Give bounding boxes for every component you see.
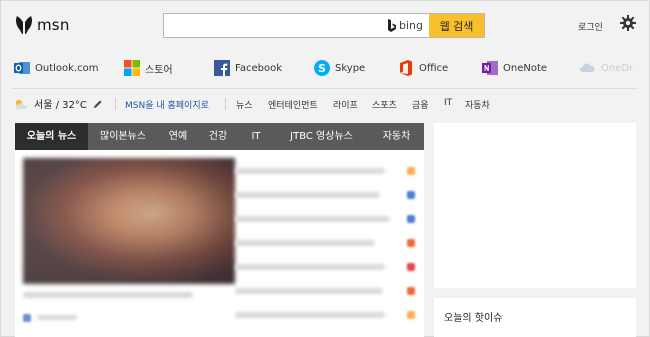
app-onenote[interactable]: OneNote bbox=[482, 60, 547, 76]
weather-widget[interactable]: 서울 / 32°C bbox=[14, 96, 103, 111]
nav-category-finance[interactable]: 금융 bbox=[412, 98, 429, 111]
onedrive-icon bbox=[580, 63, 595, 72]
headline-blurred[interactable] bbox=[235, 168, 385, 174]
headline-blurred[interactable] bbox=[235, 264, 385, 270]
source-icon bbox=[407, 191, 415, 199]
app-office[interactable]: Office bbox=[398, 60, 448, 76]
sub-navigation: 서울 / 32°C MSN을 내 홈페이지로 뉴스 엔터테인먼트 라이프 스포츠… bbox=[0, 94, 650, 114]
search-box: bing 웹 검색 bbox=[163, 13, 485, 38]
headline-blurred[interactable] bbox=[235, 312, 385, 318]
featured-news-image[interactable] bbox=[23, 158, 235, 284]
separator bbox=[115, 98, 116, 110]
app-store[interactable]: 스토어 bbox=[124, 60, 173, 76]
news-content bbox=[15, 150, 424, 337]
top-header: msn bing 웹 검색 로그인 bbox=[0, 0, 650, 50]
nav-category-sports[interactable]: 스포츠 bbox=[372, 98, 397, 111]
nav-category-it[interactable]: IT bbox=[444, 98, 452, 108]
app-label: OneDr bbox=[601, 62, 634, 74]
source-icon bbox=[407, 215, 415, 223]
tab-jtbc-video-news[interactable]: JTBC 영상뉴스 bbox=[274, 123, 369, 150]
hot-issue-panel: 오늘의 핫이슈 bbox=[434, 298, 636, 337]
app-label: Skype bbox=[335, 62, 366, 74]
ad-panel bbox=[434, 123, 636, 288]
tab-most-viewed[interactable]: 많이본뉴스 bbox=[88, 123, 158, 150]
web-search-button[interactable]: 웹 검색 bbox=[429, 14, 484, 37]
featured-headline-blurred[interactable] bbox=[23, 292, 193, 298]
skype-icon: S bbox=[314, 60, 330, 76]
app-label: Facebook bbox=[235, 62, 282, 74]
separator bbox=[225, 98, 226, 110]
logo-text: msn bbox=[37, 16, 70, 34]
app-facebook[interactable]: Facebook bbox=[214, 60, 282, 76]
tab-todays-news[interactable]: 오늘의 뉴스 bbox=[15, 123, 88, 150]
header-divider bbox=[12, 88, 638, 89]
weather-text: 서울 / 32°C bbox=[34, 100, 87, 111]
facebook-icon bbox=[214, 60, 230, 76]
news-tab-bar: 오늘의 뉴스 많이본뉴스 연예 건강 IT JTBC 영상뉴스 자동차 bbox=[15, 123, 424, 150]
login-link[interactable]: 로그인 bbox=[578, 20, 603, 33]
settings-gear-icon[interactable] bbox=[620, 15, 636, 34]
tab-autos[interactable]: 자동차 bbox=[369, 123, 424, 150]
headline-blurred[interactable] bbox=[235, 216, 390, 222]
headline-blurred[interactable] bbox=[235, 192, 380, 198]
apps-bar: Outlook.com 스토어 Facebook S Skype Office bbox=[0, 56, 650, 82]
svg-text:S: S bbox=[318, 62, 326, 75]
store-icon bbox=[124, 60, 140, 76]
app-label: OneNote bbox=[503, 62, 548, 74]
tab-entertainment[interactable]: 연예 bbox=[158, 123, 198, 150]
search-input[interactable] bbox=[164, 14, 387, 37]
nav-category-autos[interactable]: 자동차 bbox=[465, 98, 490, 111]
source-icon bbox=[407, 311, 415, 319]
hot-issue-title: 오늘의 핫이슈 bbox=[444, 313, 503, 324]
app-onedrive[interactable]: OneDr bbox=[580, 60, 633, 76]
source-icon bbox=[407, 167, 415, 175]
app-label: 스토어 bbox=[145, 64, 173, 76]
source-icon bbox=[407, 287, 415, 295]
source-label-blurred bbox=[37, 315, 77, 320]
source-icon bbox=[407, 263, 415, 271]
tab-it[interactable]: IT bbox=[238, 123, 274, 150]
nav-category-news[interactable]: 뉴스 bbox=[236, 98, 253, 111]
app-label: Office bbox=[419, 62, 449, 74]
headline-blurred[interactable] bbox=[235, 240, 375, 246]
bing-brand: bing bbox=[387, 14, 429, 37]
office-icon bbox=[400, 60, 412, 76]
nav-category-life[interactable]: 라이프 bbox=[333, 98, 358, 111]
app-skype[interactable]: S Skype bbox=[314, 60, 365, 76]
partly-cloudy-icon bbox=[15, 99, 27, 109]
source-icon bbox=[407, 239, 415, 247]
outlook-icon bbox=[14, 62, 30, 74]
pencil-icon[interactable] bbox=[93, 99, 103, 109]
bing-icon bbox=[388, 18, 396, 32]
tab-health[interactable]: 건강 bbox=[198, 123, 238, 150]
app-label: Outlook.com bbox=[35, 62, 99, 74]
msn-logo[interactable]: msn bbox=[14, 14, 70, 36]
bing-label: bing bbox=[399, 19, 423, 32]
app-outlook[interactable]: Outlook.com bbox=[14, 60, 98, 76]
source-icon bbox=[23, 314, 31, 322]
set-homepage-link[interactable]: MSN을 내 홈페이지로 bbox=[125, 98, 209, 111]
butterfly-icon bbox=[16, 16, 32, 34]
onenote-icon bbox=[482, 61, 498, 75]
headline-blurred[interactable] bbox=[235, 288, 383, 294]
nav-category-entertainment[interactable]: 엔터테인먼트 bbox=[268, 98, 318, 111]
